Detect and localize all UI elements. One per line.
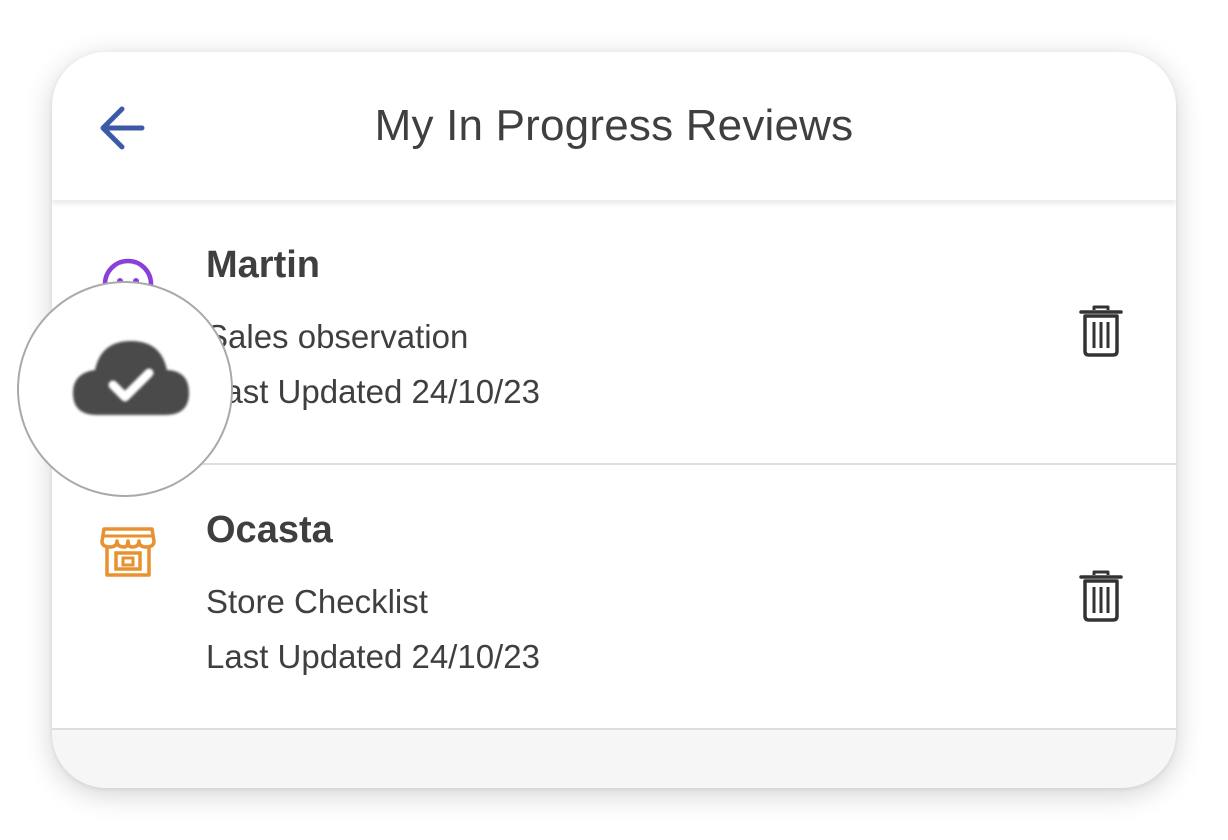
cloud-check-icon: [73, 341, 189, 415]
page-title: My In Progress Reviews: [374, 101, 854, 150]
storefront-icon: [96, 517, 160, 581]
review-name: Martin: [206, 244, 320, 286]
trash-icon: [1079, 305, 1123, 357]
sync-status-badge: [17, 281, 233, 497]
delete-button[interactable]: [1078, 304, 1124, 358]
trash-icon: [1079, 570, 1123, 622]
reviews-list: Martin Sales observation Last Updated 24…: [52, 200, 1176, 730]
review-name: Ocasta: [206, 509, 333, 551]
delete-button[interactable]: [1078, 569, 1124, 623]
app-header: My In Progress Reviews: [52, 52, 1176, 200]
review-type: Sales observation: [206, 318, 469, 355]
review-last-updated: Last Updated 24/10/23: [206, 373, 540, 410]
review-type: Store Checklist: [206, 583, 428, 620]
review-last-updated: Last Updated 24/10/23: [206, 638, 540, 675]
review-item-ocasta[interactable]: Ocasta Store Checklist Last Updated 24/1…: [52, 465, 1176, 730]
